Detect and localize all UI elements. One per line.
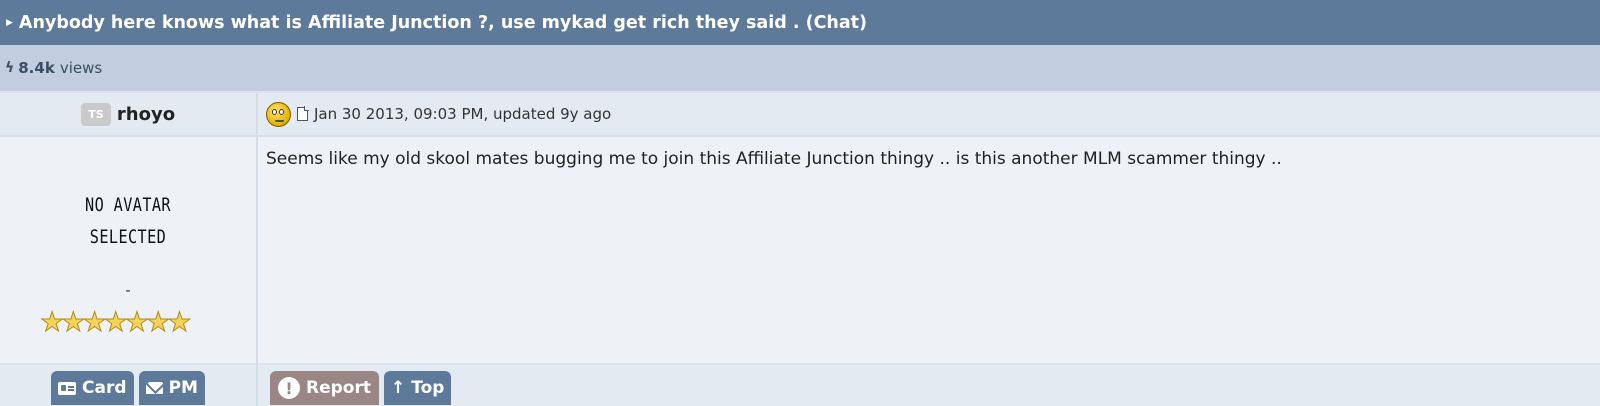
topic-title: Anybody here knows what is Affiliate Jun… <box>18 12 868 33</box>
author-name-link[interactable]: rhoyo <box>117 104 175 125</box>
id-card-icon <box>58 381 77 395</box>
pm-button[interactable]: PM <box>138 371 205 405</box>
topic-stats-bar: ϟ 8.4k views <box>0 45 1600 93</box>
post-actions: ! Report ↑ Top <box>258 365 1600 406</box>
card-button[interactable]: Card <box>51 371 134 405</box>
caret-right-icon[interactable]: ▶ <box>6 18 13 28</box>
exclamation-circle-icon: ! <box>278 377 300 399</box>
envelope-icon <box>145 382 163 394</box>
topic-title-bar: ▶ Anybody here knows what is Affiliate J… <box>0 0 1600 45</box>
smiley-icon <box>266 101 291 127</box>
avatar-text-line-1: NO AVATAR <box>85 194 171 216</box>
report-button[interactable]: ! Report <box>270 371 379 405</box>
topic-starter-badge: TS <box>80 102 111 126</box>
post: TS rhoyo Jan 30 2013, 09:03 PM, updated … <box>0 93 1600 406</box>
post-message: Seems like my old skool mates bugging me… <box>258 137 1600 365</box>
views-label: views <box>59 59 103 77</box>
no-avatar-image: NO AVATAR SELECTED <box>26 189 231 253</box>
bolt-icon: ϟ <box>5 60 15 76</box>
post-meta: Jan 30 2013, 09:03 PM, updated 9y ago <box>258 93 1600 137</box>
card-button-label: Card <box>82 378 127 398</box>
top-button[interactable]: ↑ Top <box>383 371 452 405</box>
rating-stars: ★ ★ ★ ★ ★ ★ ★ <box>39 307 192 338</box>
views-count: 8.4k <box>18 59 55 77</box>
member-title: - <box>125 283 131 299</box>
author-profile-panel: NO AVATAR SELECTED - ★ ★ ★ ★ ★ ★ ★ <box>0 137 258 365</box>
arrow-up-icon: ↑ <box>390 378 406 398</box>
star-icon: ★ <box>167 307 192 338</box>
report-button-label: Report <box>306 378 371 398</box>
top-button-label: Top <box>411 378 445 398</box>
post-link-icon[interactable] <box>297 106 309 121</box>
pm-button-label: PM <box>168 378 198 398</box>
post-author-header: TS rhoyo <box>0 93 258 137</box>
author-actions: Card PM <box>0 365 258 406</box>
avatar-text-line-2: SELECTED <box>89 226 167 248</box>
post-date: Jan 30 2013, 09:03 PM, updated 9y ago <box>314 105 612 123</box>
